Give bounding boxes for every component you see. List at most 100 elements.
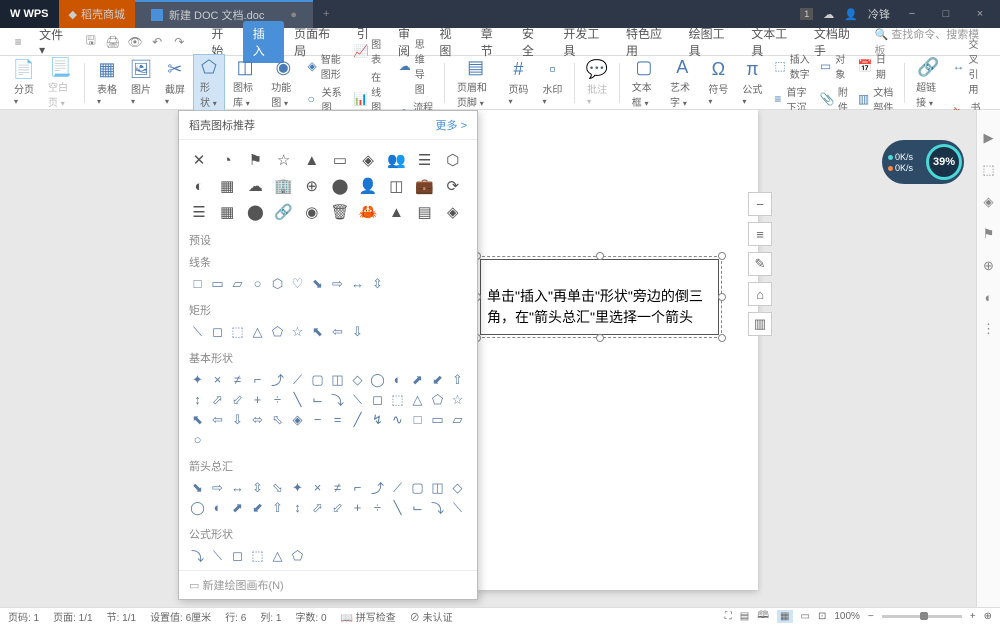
resize-handle-n[interactable] bbox=[596, 252, 604, 260]
status-auth[interactable]: ⊘ 未认证 bbox=[410, 609, 453, 624]
shape-基本形状-37[interactable]: ↯ bbox=[369, 411, 386, 428]
shape-基本形状-19[interactable]: ╲ bbox=[289, 391, 306, 408]
ribbon-页眉和页脚[interactable]: ▤页眉和页脚 ▾ bbox=[451, 55, 501, 111]
shape-基本形状-32[interactable]: ⬁ bbox=[269, 411, 286, 428]
shape-箭头总汇-26[interactable]: ⤵ bbox=[429, 499, 446, 516]
shape-线条-7[interactable]: ⇨ bbox=[329, 275, 346, 292]
status-page[interactable]: 页码: 1 bbox=[8, 609, 39, 624]
zoom-out-button[interactable]: − bbox=[868, 611, 874, 622]
preset-icon-6[interactable]: ◈ bbox=[358, 150, 378, 170]
ribbon-功能图[interactable]: ◉功能图 ▾ bbox=[265, 55, 301, 111]
preset-icon-18[interactable]: 💼 bbox=[415, 176, 435, 196]
sidebar-tool-3[interactable]: ◈ bbox=[984, 194, 994, 210]
preset-icon-23[interactable]: 🔗 bbox=[274, 202, 294, 222]
shape-线条-9[interactable]: ⇳ bbox=[369, 275, 386, 292]
preset-icon-20[interactable]: ☰ bbox=[189, 202, 209, 222]
shape-箭头总汇-19[interactable]: ↕ bbox=[289, 499, 306, 516]
view-draft-icon[interactable]: ⊡ bbox=[818, 611, 826, 622]
shape-矩形-7[interactable]: ⇦ bbox=[329, 323, 346, 340]
shape-箭头总汇-8[interactable]: ⌐ bbox=[349, 479, 366, 496]
preset-icon-9[interactable]: ⬡ bbox=[443, 150, 463, 170]
shape-基本形状-15[interactable]: ⬀ bbox=[209, 391, 226, 408]
ribbon-small-智能图形[interactable]: ◈智能图形 bbox=[304, 50, 348, 82]
shape-公式形状-0[interactable]: ⤵ bbox=[189, 547, 206, 564]
shape-箭头总汇-21[interactable]: ⬃ bbox=[329, 499, 346, 516]
ribbon-超链接[interactable]: 🔗超链接 ▾ bbox=[910, 55, 946, 111]
side-tool-0[interactable]: − bbox=[748, 192, 772, 216]
ribbon-small-插入数字[interactable]: ⬚插入数字 bbox=[770, 50, 814, 82]
shape-箭头总汇-7[interactable]: ≠ bbox=[329, 479, 346, 496]
preset-icon-21[interactable]: ▦ bbox=[217, 202, 237, 222]
preset-icon-12[interactable]: ☁ bbox=[245, 176, 265, 196]
shape-线条-2[interactable]: ▱ bbox=[229, 275, 246, 292]
side-tool-3[interactable]: ⌂ bbox=[748, 282, 772, 306]
shape-基本形状-35[interactable]: = bbox=[329, 411, 346, 428]
shape-基本形状-8[interactable]: ◇ bbox=[349, 371, 366, 388]
shape-基本形状-27[interactable]: ☆ bbox=[449, 391, 466, 408]
minimize-button[interactable]: − bbox=[900, 8, 924, 20]
shape-基本形状-25[interactable]: △ bbox=[409, 391, 426, 408]
shape-箭头总汇-17[interactable]: ⬋ bbox=[249, 499, 266, 516]
shape-基本形状-17[interactable]: + bbox=[249, 391, 266, 408]
shape-公式形状-1[interactable]: ⟍ bbox=[209, 547, 226, 564]
shape-箭头总汇-12[interactable]: ◫ bbox=[429, 479, 446, 496]
shape-公式形状-5[interactable]: ⬠ bbox=[289, 547, 306, 564]
shape-箭头总汇-2[interactable]: ↔ bbox=[229, 479, 246, 496]
preset-icon-5[interactable]: ▭ bbox=[330, 150, 350, 170]
shape-基本形状-33[interactable]: ◈ bbox=[289, 411, 306, 428]
ribbon-截屏[interactable]: ✂截屏 ▾ bbox=[159, 57, 191, 109]
zoom-slider[interactable] bbox=[882, 615, 962, 618]
preset-icon-7[interactable]: 👥 bbox=[386, 150, 406, 170]
shape-基本形状-26[interactable]: ⬠ bbox=[429, 391, 446, 408]
shape-箭头总汇-5[interactable]: ✦ bbox=[289, 479, 306, 496]
ribbon-small-对象[interactable]: ▭对象 bbox=[816, 50, 852, 82]
maximize-button[interactable]: □ bbox=[934, 8, 958, 20]
shape-基本形状-34[interactable]: − bbox=[309, 411, 326, 428]
preset-icon-0[interactable]: ✕ bbox=[189, 150, 209, 170]
ribbon-水印[interactable]: ▫水印 ▾ bbox=[536, 57, 568, 109]
shape-基本形状-9[interactable]: ◯ bbox=[369, 371, 386, 388]
ribbon-small-思维导图[interactable]: ☁思维导图 bbox=[395, 35, 439, 97]
preset-icon-2[interactable]: ⚑ bbox=[245, 150, 265, 170]
zoom-in-button[interactable]: + bbox=[970, 611, 976, 622]
shape-箭头总汇-20[interactable]: ⬀ bbox=[309, 499, 326, 516]
undo-icon[interactable]: ↶ bbox=[147, 31, 167, 53]
shape-箭头总汇-25[interactable]: ⌙ bbox=[409, 499, 426, 516]
shape-箭头总汇-4[interactable]: ⬂ bbox=[269, 479, 286, 496]
status-words[interactable]: 字数: 0 bbox=[295, 609, 326, 624]
new-canvas-button[interactable]: ▭ 新建绘图画布(N) bbox=[179, 570, 477, 599]
preset-icon-29[interactable]: ◈ bbox=[443, 202, 463, 222]
shape-基本形状-5[interactable]: ⟋ bbox=[289, 371, 306, 388]
resize-handle-se[interactable] bbox=[718, 334, 726, 342]
status-column[interactable]: 列: 1 bbox=[260, 609, 281, 624]
preset-icon-22[interactable]: ⬤ bbox=[245, 202, 265, 222]
shape-矩形-5[interactable]: ☆ bbox=[289, 323, 306, 340]
side-tool-2[interactable]: ✎ bbox=[748, 252, 772, 276]
shape-基本形状-1[interactable]: × bbox=[209, 371, 226, 388]
shape-箭头总汇-23[interactable]: ÷ bbox=[369, 499, 386, 516]
ribbon-small-图表[interactable]: 📈图表 bbox=[349, 35, 393, 67]
shape-公式形状-3[interactable]: ⬚ bbox=[249, 547, 266, 564]
preset-icon-16[interactable]: 👤 bbox=[358, 176, 378, 196]
ribbon-图标库[interactable]: ◫图标库 ▾ bbox=[227, 55, 263, 111]
shape-基本形状-7[interactable]: ◫ bbox=[329, 371, 346, 388]
cloud-icon[interactable]: ☁ bbox=[823, 8, 834, 21]
shape-线条-4[interactable]: ⬡ bbox=[269, 275, 286, 292]
shape-基本形状-2[interactable]: ≠ bbox=[229, 371, 246, 388]
shape-箭头总汇-27[interactable]: ⟍ bbox=[449, 499, 466, 516]
preview-icon[interactable]: 👁 bbox=[125, 31, 145, 53]
ribbon-分页[interactable]: 📄分页 ▾ bbox=[8, 57, 40, 109]
shape-箭头总汇-11[interactable]: ▢ bbox=[409, 479, 426, 496]
shape-箭头总汇-0[interactable]: ⬊ bbox=[189, 479, 206, 496]
preset-icon-10[interactable]: ◐ bbox=[189, 176, 209, 196]
shape-箭头总汇-24[interactable]: ╲ bbox=[389, 499, 406, 516]
view-outline-icon[interactable]: ▤ bbox=[740, 611, 749, 622]
text-content[interactable]: 单击"插入"再单击"形状"旁边的倒三角，在"箭头总汇"里选择一个箭头 bbox=[480, 259, 719, 335]
preset-icon-13[interactable]: 🏢 bbox=[274, 176, 294, 196]
preset-icon-27[interactable]: ▲ bbox=[386, 202, 406, 222]
shape-线条-6[interactable]: ⬊ bbox=[309, 275, 326, 292]
tab-close-icon[interactable]: ● bbox=[290, 9, 297, 21]
view-print-icon[interactable]: ▦ bbox=[777, 610, 792, 623]
preset-icon-19[interactable]: ⟳ bbox=[443, 176, 463, 196]
sidebar-tool-5[interactable]: ⊕ bbox=[983, 258, 994, 274]
